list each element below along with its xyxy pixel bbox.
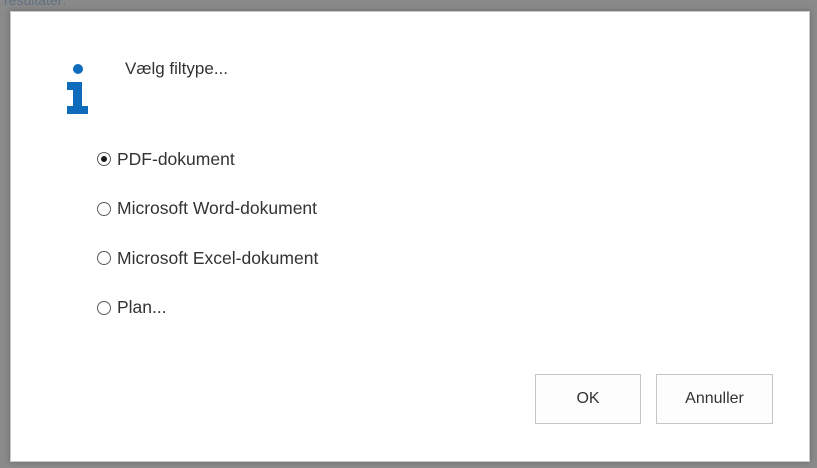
ok-button[interactable]: OK <box>535 374 641 424</box>
option-plan[interactable]: Plan... <box>97 295 318 321</box>
option-pdf-label: PDF-dokument <box>117 148 235 169</box>
option-pdf[interactable]: PDF-dokument <box>97 146 318 172</box>
dialog-title: Vælg filtype... <box>125 59 228 78</box>
option-plan-label: Plan... <box>117 297 167 317</box>
background-page-text: resultater: <box>4 0 67 8</box>
radio-plan[interactable] <box>97 300 111 315</box>
radio-pdf[interactable] <box>97 152 111 166</box>
file-type-options: PDF-dokument Microsoft Word-dokument Mic… <box>97 146 318 344</box>
radio-excel[interactable] <box>97 251 111 265</box>
option-excel[interactable]: Microsoft Excel-dokument <box>97 245 318 271</box>
option-excel-label: Microsoft Excel-dokument <box>117 247 319 268</box>
file-type-dialog: Vælg filtype... PDF-dokument Microsoft W… <box>10 11 810 462</box>
info-icon <box>67 64 88 114</box>
option-word[interactable]: Microsoft Word-dokument <box>97 196 318 222</box>
cancel-button[interactable]: Annuller <box>656 374 773 424</box>
radio-word[interactable] <box>97 201 111 216</box>
option-word-label: Microsoft Word-dokument <box>117 198 318 218</box>
